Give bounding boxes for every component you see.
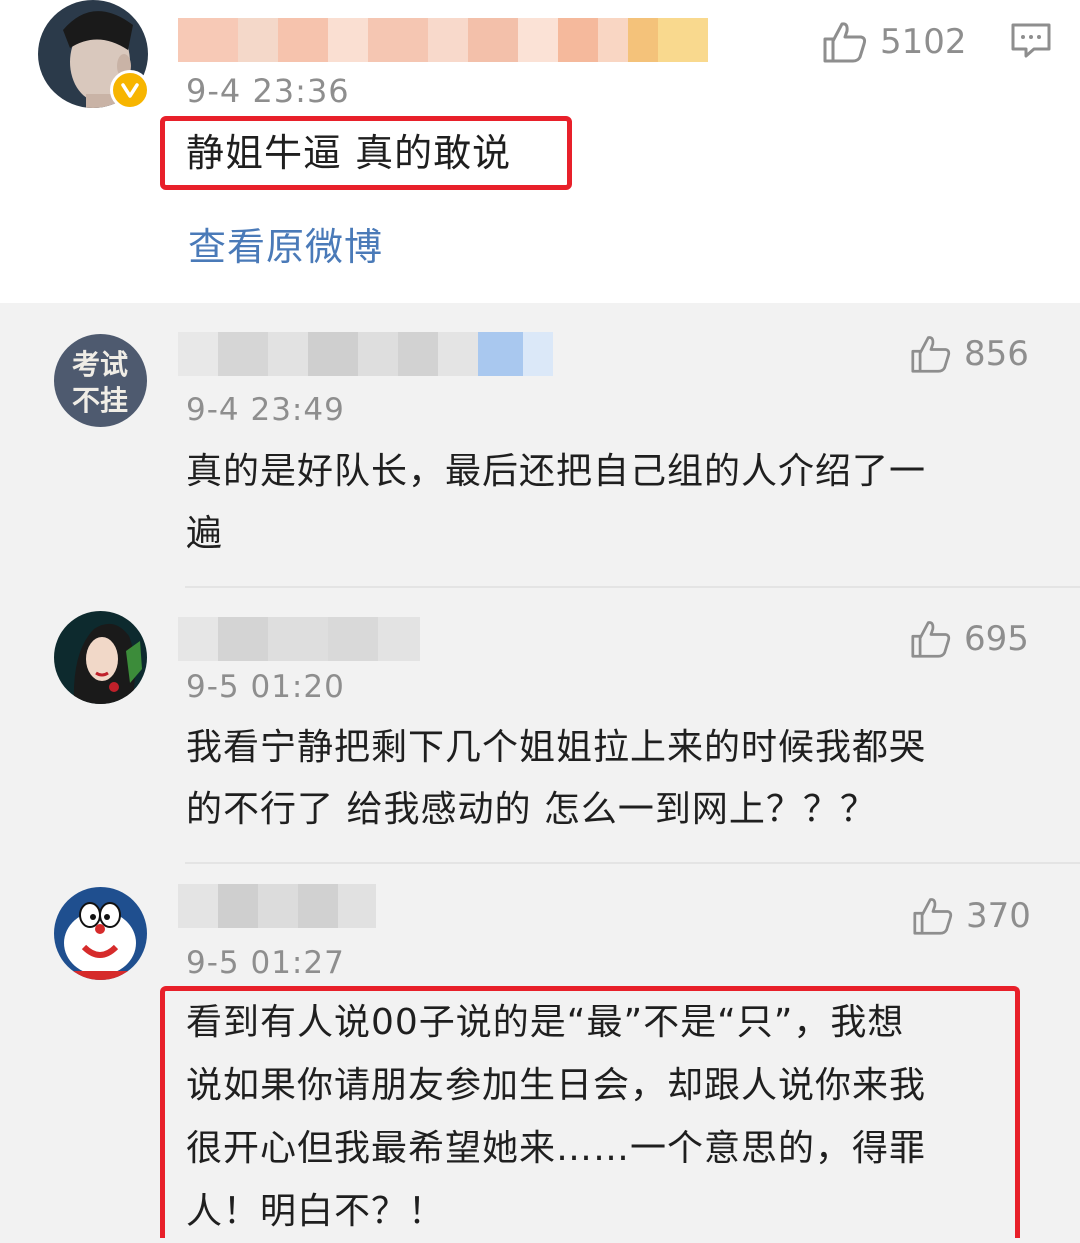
thumbs-up-icon [911, 621, 951, 658]
like-count: 856 [964, 334, 1029, 374]
post-timestamp: 9-4 23:36 [186, 72, 350, 110]
reply-timestamp: 9-5 01:27 [186, 945, 345, 981]
reply-avatar[interactable] [54, 887, 147, 980]
reply-avatar[interactable] [54, 611, 147, 704]
like-button[interactable]: 370 [912, 896, 1031, 936]
divider [185, 586, 1080, 588]
like-count: 5102 [880, 22, 967, 62]
main-post: 9-4 23:36 5102 静姐牛逼 真的敢说 查看原微博 [0, 0, 1080, 303]
reply-text-line: 说如果你请朋友参加生日会，却跟人说你来我 [186, 1065, 927, 1106]
reply-text-line: 遍 [186, 513, 224, 554]
reply-timestamp: 9-5 01:20 [186, 669, 345, 705]
username-blurred[interactable] [178, 884, 376, 928]
thumbs-up-icon [911, 336, 951, 373]
verified-icon [110, 70, 150, 110]
like-button[interactable]: 695 [910, 619, 1029, 659]
view-original-link[interactable]: 查看原微博 [188, 216, 383, 271]
username-blurred[interactable] [178, 617, 420, 661]
like-button[interactable]: 856 [910, 334, 1029, 374]
username-blurred[interactable] [178, 18, 708, 62]
svg-text:考试: 考试 [72, 348, 128, 381]
thumbs-up-icon [823, 22, 867, 63]
like-count: 370 [966, 896, 1031, 936]
svg-text:不挂: 不挂 [72, 384, 128, 417]
like-button[interactable]: 5102 [822, 20, 967, 64]
reply-text-line: 真的是好队长，最后还把自己组的人介绍了一 [186, 451, 927, 492]
reply-text-line: 的不行了 给我感动的 怎么一到网上？？？ [186, 789, 877, 830]
reply-text-line: 人！明白不？！ [186, 1191, 446, 1232]
like-count: 695 [964, 619, 1029, 659]
divider [185, 862, 1080, 864]
reply-text-line: 很开心但我最希望她来……一个意思的，得罪 [186, 1128, 927, 1169]
reply-timestamp: 9-4 23:49 [186, 392, 345, 428]
username-blurred[interactable] [178, 332, 553, 376]
reply-text-line: 看到有人说00子说的是“最”不是“只”，我想 [186, 1002, 905, 1043]
comment-icon[interactable] [1010, 22, 1052, 64]
thumbs-up-icon [913, 898, 953, 935]
reply-avatar[interactable]: 考试 不挂 [54, 334, 147, 427]
reply-text-line: 我看宁静把剩下几个姐姐拉上来的时候我都哭 [186, 727, 927, 768]
main-comment-text: 静姐牛逼 真的敢说 [186, 131, 512, 175]
